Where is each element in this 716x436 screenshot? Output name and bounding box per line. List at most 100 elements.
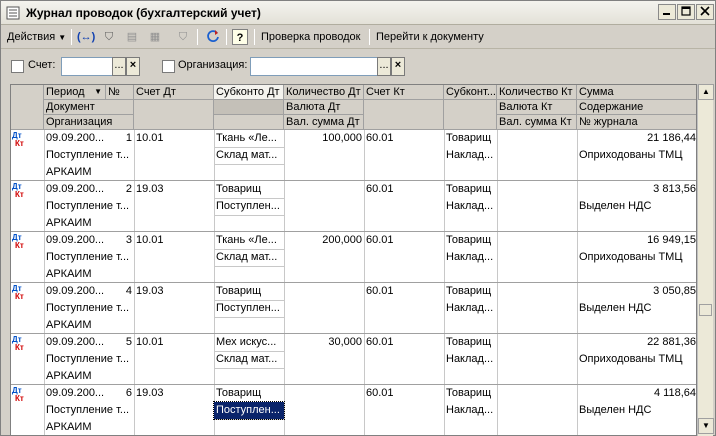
col-header-content[interactable]: Содержание [577,100,696,115]
cell-subconto-kt-2[interactable]: Наклад... [444,147,497,164]
cell-period[interactable]: 09.09.200... [44,283,106,300]
cell-qty-dt[interactable] [284,181,364,198]
col-header-qty-kt[interactable]: Количество Кт [497,85,577,100]
account-clear-button[interactable]: × [126,57,140,76]
account-filter-input[interactable] [61,57,113,76]
account-filter-checkbox[interactable] [11,60,24,73]
cell-sum[interactable]: 3 050,85 [577,283,696,300]
cell-subconto-dt-2[interactable]: Склад мат... [214,351,284,368]
clear-filter-icon[interactable]: ⛉ [174,29,192,45]
col-header-acc-kt[interactable]: Счет Кт [364,85,444,100]
go-to-document-button[interactable]: Перейти к документу [376,28,484,46]
col-header-subconto-dt[interactable]: Субконто Дт [214,85,284,100]
scroll-down-button[interactable]: ▼ [698,418,714,434]
org-filter-input[interactable] [250,57,378,76]
cell-organization[interactable]: АРКАИМ [44,368,134,385]
cell-period[interactable]: 09.09.200... [44,130,106,147]
cell-sum[interactable]: 3 813,56 [577,181,696,198]
table-row[interactable]: Дт Кт 09.09.200... 6 Поступление т... АРКАИМ 1… [11,385,696,435]
swap-icon[interactable]: (↔) [77,29,95,45]
cell-content[interactable]: Выделен НДС [577,198,696,215]
cell-subconto-kt-1[interactable]: Товарищ [444,181,497,198]
cell-qty-dt[interactable]: 100,000 [284,130,364,147]
cell-subconto-kt-1[interactable]: Товарищ [444,283,497,300]
close-button[interactable] [696,4,714,20]
col-header-cur-kt[interactable]: Валюта Кт [497,100,577,115]
help-icon[interactable]: ? [232,29,248,45]
cell-subconto-dt-2[interactable]: Поступлен... [214,300,284,317]
cell-subconto-dt-1[interactable]: Товарищ [214,385,284,402]
cell-acc-kt[interactable]: 60.01 [364,385,444,402]
col-header-subconto-kt[interactable]: Субконт... [444,85,497,100]
scroll-thumb[interactable] [699,304,712,316]
cell-subconto-kt-2[interactable]: Наклад... [444,402,497,419]
cell-subconto-kt-1[interactable]: Товарищ [444,334,497,351]
cell-subconto-kt-2[interactable]: Наклад... [444,249,497,266]
scroll-up-button[interactable]: ▲ [698,84,714,100]
cell-sum[interactable]: 16 949,15 [577,232,696,249]
cell-acc-kt[interactable]: 60.01 [364,334,444,351]
copy-icon[interactable]: ▤ [123,29,141,45]
org-browse-button[interactable]: ... [377,57,391,76]
cell-subconto-dt-1[interactable]: Ткань «Ле... [214,130,284,147]
cell-subconto-dt-2[interactable]: Поступлен... [214,198,284,215]
col-header-acc-dt[interactable]: Счет Дт [134,85,214,100]
cell-organization[interactable]: АРКАИМ [44,215,134,232]
cell-content[interactable]: Оприходованы ТМЦ [577,249,696,266]
cell-no[interactable]: 6 [106,385,134,402]
cell-sum[interactable]: 22 881,36 [577,334,696,351]
cell-subconto-kt-2[interactable]: Наклад... [444,300,497,317]
cell-acc-dt[interactable]: 19.03 [134,181,214,198]
maximize-button[interactable] [677,4,695,20]
cell-qty-dt[interactable]: 30,000 [284,334,364,351]
cell-organization[interactable]: АРКАИМ [44,317,134,334]
table-row[interactable]: Дт Кт 09.09.200... 2 Поступление т... АРКАИМ 1… [11,181,696,232]
cell-acc-kt[interactable]: 60.01 [364,283,444,300]
cell-document[interactable]: Поступление т... [44,198,134,215]
cell-subconto-dt-1[interactable]: Товарищ [214,181,284,198]
cell-acc-dt[interactable]: 10.01 [134,130,214,147]
cell-organization[interactable]: АРКАИМ [44,419,134,435]
cell-qty-dt[interactable] [284,385,364,402]
cell-period[interactable]: 09.09.200... [44,385,106,402]
cell-sum[interactable]: 21 186,44 [577,130,696,147]
cell-document[interactable]: Поступление т... [44,249,134,266]
col-header-cur-dt[interactable]: Валюта Дт [284,100,364,115]
cell-subconto-kt-1[interactable]: Товарищ [444,232,497,249]
table-row[interactable]: Дт Кт 09.09.200... 4 Поступление т... АРКАИМ 1… [11,283,696,334]
check-entries-button[interactable]: Проверка проводок [261,28,360,46]
table-row[interactable]: Дт Кт 09.09.200... 3 Поступление т... АРКАИМ 1… [11,232,696,283]
cell-subconto-dt-2[interactable]: Склад мат... [214,147,284,164]
cell-document[interactable]: Поступление т... [44,402,134,419]
cell-subconto-kt-2[interactable]: Наклад... [444,351,497,368]
vertical-scrollbar[interactable]: ▲ ▼ [697,84,714,436]
cell-subconto-dt-1[interactable]: Товарищ [214,283,284,300]
cell-acc-dt[interactable]: 19.03 [134,283,214,300]
col-header-period[interactable]: Период ▼ [44,85,106,100]
actions-menu[interactable]: Действия ▼ [7,28,66,46]
report-icon[interactable]: ▦ [146,29,164,45]
cell-acc-dt[interactable]: 10.01 [134,232,214,249]
cell-subconto-dt-2[interactable]: Склад мат... [214,249,284,266]
cell-no[interactable]: 3 [106,232,134,249]
org-clear-button[interactable]: × [391,57,405,76]
minimize-button[interactable] [658,4,676,20]
table-row[interactable]: Дт Кт 09.09.200... 1 Поступление т... АРКАИМ 1… [11,130,696,181]
col-header-document[interactable]: Документ [44,100,134,115]
cell-acc-kt[interactable]: 60.01 [364,232,444,249]
col-header-cur-sum-kt[interactable]: Вал. сумма Кт [497,115,577,130]
cell-qty-dt[interactable]: 200,000 [284,232,364,249]
cell-document[interactable]: Поступление т... [44,351,134,368]
col-header-cur-sum-dt[interactable]: Вал. сумма Дт [284,115,364,130]
cell-content[interactable]: Выделен НДС [577,402,696,419]
cell-content[interactable]: Оприходованы ТМЦ [577,351,696,368]
org-filter-checkbox[interactable] [162,60,175,73]
cell-content[interactable]: Выделен НДС [577,300,696,317]
cell-acc-dt[interactable]: 10.01 [134,334,214,351]
cell-no[interactable]: 5 [106,334,134,351]
account-browse-button[interactable]: ... [112,57,126,76]
col-header-no[interactable]: № [106,85,134,100]
cell-acc-kt[interactable]: 60.01 [364,181,444,198]
col-header-qty-dt[interactable]: Количество Дт [284,85,364,100]
col-header-journal-no[interactable]: № журнала [577,115,696,130]
